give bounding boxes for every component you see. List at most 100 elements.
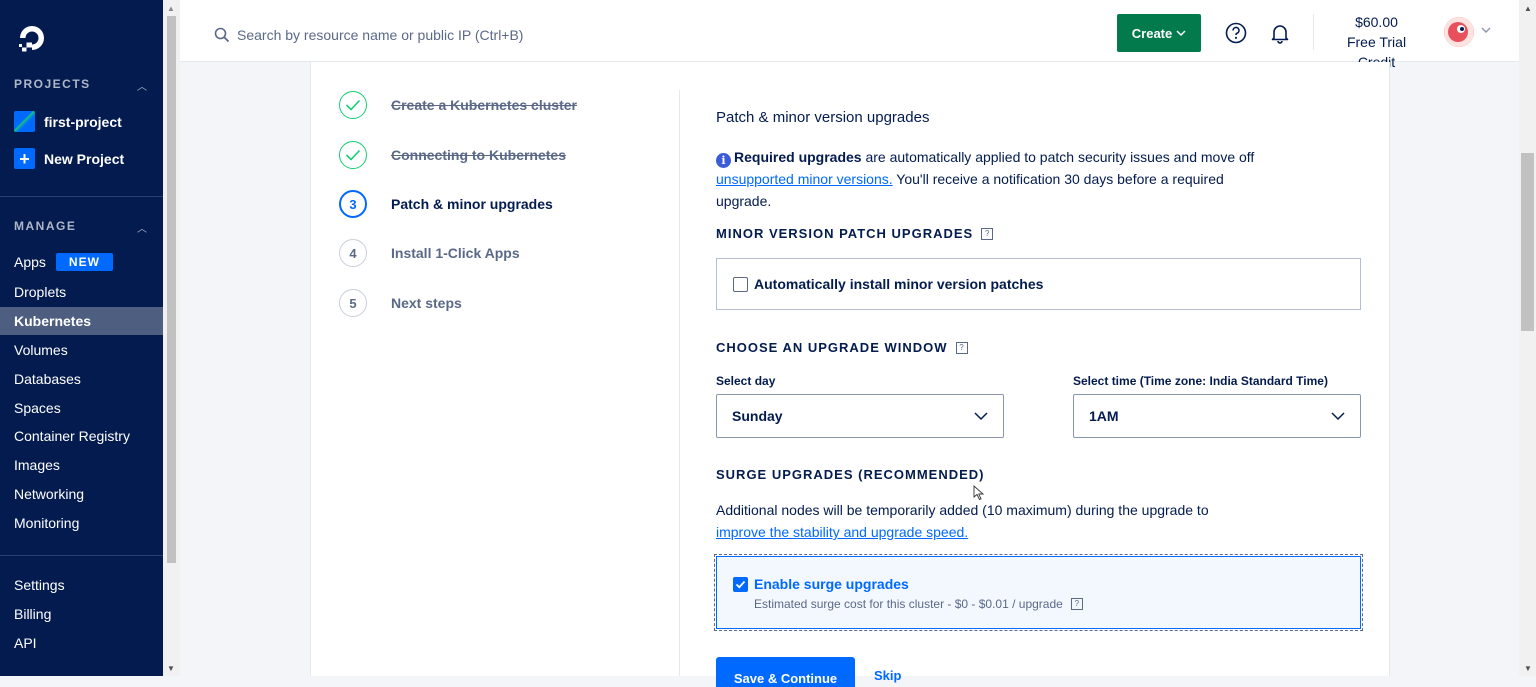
mouse-cursor-icon — [973, 485, 985, 501]
chevron-up-icon[interactable]: ︿ — [137, 78, 147, 93]
step-label: Patch & minor upgrades — [391, 196, 553, 212]
select-time-value: 1AM — [1089, 408, 1119, 424]
chevron-down-icon — [1331, 412, 1345, 421]
sidebar-item-api[interactable]: API — [0, 629, 163, 657]
search-input[interactable] — [237, 22, 757, 48]
check-icon — [339, 141, 367, 169]
surge-upgrade-option[interactable]: Enable surge upgrades Estimated surge co… — [714, 554, 1363, 631]
select-time-dropdown[interactable]: 1AM — [1073, 394, 1361, 438]
sidebar-item-databases[interactable]: Databases — [0, 365, 163, 393]
scroll-up-arrow-icon[interactable]: ▲ — [167, 4, 175, 13]
sidebar-item-networking[interactable]: Networking — [0, 480, 163, 508]
sidebar-item-container-registry[interactable]: Container Registry — [0, 422, 163, 450]
avatar-image-icon — [1444, 17, 1474, 47]
select-day-value: Sunday — [732, 408, 783, 424]
sidebar-item-kubernetes[interactable]: Kubernetes — [0, 307, 163, 335]
scroll-down-arrow-icon[interactable]: ▼ — [167, 664, 175, 673]
search-icon — [214, 27, 230, 43]
sidebar-item-settings[interactable]: Settings — [0, 571, 163, 599]
steps-divider — [679, 90, 680, 676]
sidebar-item-label: Monitoring — [14, 515, 80, 531]
sidebar-item-label: Apps — [14, 254, 46, 270]
topbar: Create $60.00 Free Trial Credit — [180, 0, 1519, 70]
create-button[interactable]: Create — [1117, 14, 1201, 52]
step-install-apps[interactable]: 4 Install 1-Click Apps — [339, 239, 520, 267]
scroll-up-arrow-icon[interactable]: ▲ — [1524, 4, 1532, 13]
project-label: first-project — [44, 113, 122, 130]
project-icon — [14, 111, 35, 132]
surge-checkbox-label: Enable surge upgrades — [754, 576, 909, 592]
help-tooltip-icon[interactable]: ? — [981, 227, 994, 240]
project-first-project[interactable]: first-project — [14, 111, 122, 132]
sidebar-item-label: Images — [14, 457, 60, 473]
avatar[interactable] — [1444, 17, 1474, 47]
new-project-button[interactable]: + New Project — [14, 148, 124, 169]
auto-install-label: Automatically install minor version patc… — [754, 276, 1044, 292]
sidebar-item-label: Container Registry — [14, 428, 130, 444]
step-number: 4 — [339, 239, 367, 267]
sidebar-item-images[interactable]: Images — [0, 451, 163, 479]
chevron-up-icon[interactable]: ︿ — [137, 220, 147, 235]
create-label: Create — [1131, 25, 1173, 41]
surge-description: Additional nodes will be temporarily add… — [716, 499, 1256, 543]
step-next-steps[interactable]: 5 Next steps — [339, 289, 462, 317]
sidebar-item-label: Databases — [14, 371, 81, 387]
step-label: Next steps — [391, 295, 462, 311]
sidebar-item-label: Droplets — [14, 284, 67, 300]
select-time-label: Select time (Time zone: India Standard T… — [1073, 374, 1328, 388]
help-tooltip-icon[interactable]: ? — [1070, 598, 1083, 610]
check-icon — [339, 91, 367, 119]
auto-install-option[interactable]: Automatically install minor version patc… — [716, 258, 1361, 310]
step-create-cluster[interactable]: Create a Kubernetes cluster — [339, 91, 577, 119]
chevron-down-icon — [974, 412, 988, 421]
manage-heading: MANAGE — [14, 219, 77, 233]
sidebar-item-label: Spaces — [14, 400, 61, 416]
section-heading-text: MINOR VERSION PATCH UPGRADES — [716, 226, 974, 241]
sidebar-item-droplets[interactable]: Droplets — [0, 278, 163, 306]
sidebar-item-monitoring[interactable]: Monitoring — [0, 509, 163, 537]
chevron-down-icon — [1176, 30, 1186, 37]
sidebar-item-label: Settings — [14, 577, 65, 593]
new-badge: NEW — [55, 253, 113, 271]
surge-checkbox[interactable] — [733, 577, 748, 592]
surge-info-link[interactable]: improve the stability and upgrade speed. — [716, 524, 968, 540]
sidebar-divider — [0, 555, 163, 556]
save-continue-button[interactable]: Save & Continue — [716, 657, 855, 687]
scroll-down-arrow-icon[interactable]: ▼ — [1524, 664, 1532, 673]
help-tooltip-icon[interactable]: ? — [955, 341, 968, 354]
step-number: 5 — [339, 289, 367, 317]
chevron-down-icon[interactable] — [1480, 24, 1492, 36]
surge-text: Additional nodes will be temporarily add… — [716, 502, 1209, 518]
step-number: 3 — [339, 190, 367, 218]
scrollbar-thumb[interactable] — [1521, 153, 1534, 331]
select-day-dropdown[interactable]: Sunday — [716, 394, 1004, 438]
sidebar-item-label: Billing — [14, 606, 52, 622]
new-project-label: New Project — [44, 150, 125, 167]
step-patch-upgrades[interactable]: 3 Patch & minor upgrades — [339, 190, 553, 218]
minor-patch-heading: MINOR VERSION PATCH UPGRADES ? — [716, 226, 994, 241]
sidebar-item-volumes[interactable]: Volumes — [0, 336, 163, 364]
sidebar-scrollbar[interactable]: ▲ ▼ — [163, 0, 180, 676]
credit-amount: $60.00 — [1355, 14, 1398, 30]
sidebar-item-label: Networking — [14, 486, 85, 502]
sidebar-item-billing[interactable]: Billing — [0, 600, 163, 628]
bell-icon[interactable] — [1269, 22, 1291, 44]
step-connecting[interactable]: Connecting to Kubernetes — [339, 141, 566, 169]
section-heading-text: CHOOSE AN UPGRADE WINDOW — [716, 340, 948, 355]
section-heading-text: SURGE UPGRADES (RECOMMENDED) — [716, 467, 985, 482]
sidebar-item-label: Kubernetes — [14, 313, 92, 329]
info-bold: Required upgrades — [734, 149, 862, 165]
step-label: Install 1-Click Apps — [391, 245, 520, 261]
info-icon: i — [716, 153, 731, 168]
plus-icon: + — [14, 148, 35, 169]
auto-install-checkbox[interactable] — [733, 276, 748, 292]
sidebar-item-spaces[interactable]: Spaces — [0, 394, 163, 422]
page-scrollbar[interactable]: ▲ ▼ — [1519, 0, 1536, 676]
sidebar-item-label: API — [14, 635, 37, 651]
digitalocean-logo[interactable] — [16, 22, 48, 54]
sidebar-item-apps[interactable]: Apps NEW — [0, 248, 163, 276]
scrollbar-thumb[interactable] — [167, 16, 176, 563]
upgrade-window-heading: CHOOSE AN UPGRADE WINDOW ? — [716, 340, 968, 355]
help-icon[interactable] — [1225, 22, 1247, 44]
unsupported-versions-link[interactable]: unsupported minor versions. — [716, 171, 893, 187]
